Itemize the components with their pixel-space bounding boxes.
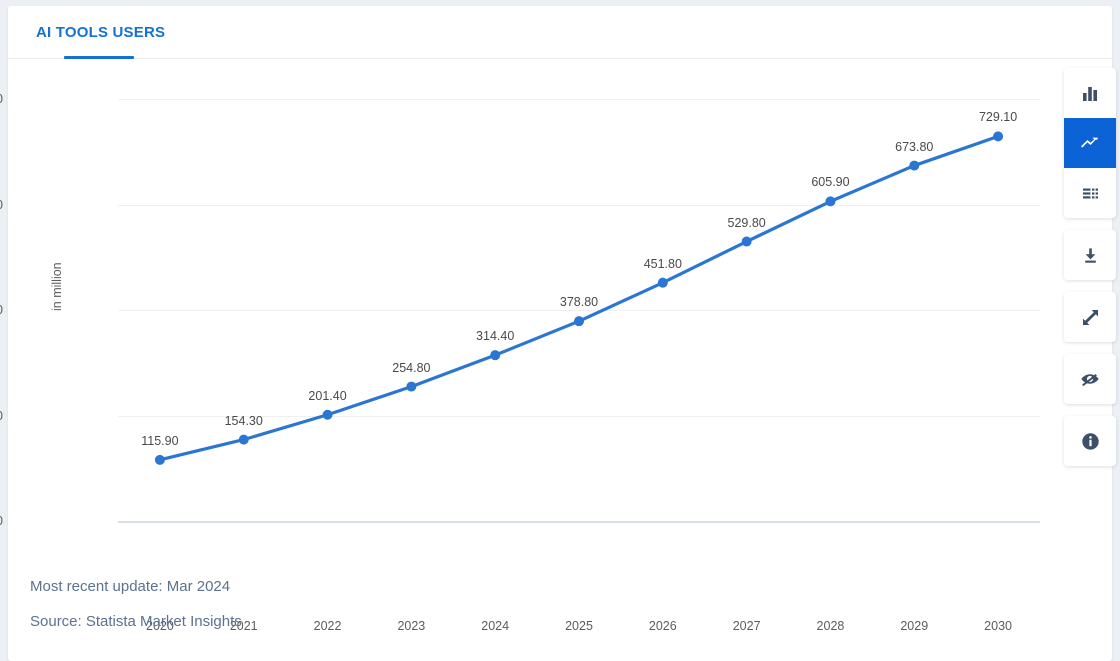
x-axis-line [118, 521, 1040, 523]
y-axis-title: in million [50, 262, 64, 311]
info-group [1064, 416, 1116, 466]
expand-button[interactable] [1064, 292, 1116, 342]
table-view-button[interactable] [1064, 168, 1116, 218]
data-point-label: 673.80 [895, 139, 934, 154]
data-point-label: 154.30 [224, 413, 263, 428]
y-axis-tick-label: 400 [0, 303, 3, 317]
y-axis-tick-label: 0 [0, 514, 3, 528]
y-axis-tick-label: 600 [0, 198, 3, 212]
expand-icon [1082, 309, 1098, 325]
page-root: AI TOOLS USERS in million 0 200 400 600 800 2… [0, 0, 1120, 661]
data-point-label: 314.40 [476, 329, 515, 344]
data-point[interactable] [154, 454, 165, 465]
data-point[interactable] [406, 381, 417, 392]
data-point-label: 378.80 [559, 295, 599, 310]
data-point[interactable] [574, 316, 584, 327]
data-point[interactable] [741, 236, 752, 247]
bar-chart-icon [1081, 84, 1100, 103]
tab-bar: AI TOOLS USERS [8, 6, 1112, 59]
series-layer [154, 131, 1004, 465]
hide-group [1064, 354, 1116, 404]
data-point[interactable] [238, 434, 249, 445]
data-point-label: 729.10 [978, 110, 1018, 125]
chart-toolbar [1064, 68, 1116, 478]
data-point[interactable] [322, 409, 333, 420]
view-switch-group [1064, 68, 1116, 218]
data-point[interactable] [909, 160, 920, 171]
data-point[interactable] [657, 277, 668, 288]
tab-ai-tools-users[interactable]: AI TOOLS USERS [30, 6, 179, 59]
y-axis-tick-label: 800 [0, 92, 3, 106]
data-point-label: 451.80 [643, 256, 682, 271]
data-point-label: 254.80 [392, 360, 431, 375]
info-icon [1081, 432, 1099, 450]
table-icon [1082, 188, 1098, 198]
bar-chart-button[interactable] [1064, 68, 1116, 118]
data-point-label: 115.90 [141, 433, 179, 448]
data-point-label: 605.90 [811, 175, 850, 190]
y-axis-tick-label: 200 [0, 409, 3, 423]
chart-footer: Most recent update: Mar 2024 Source: Sta… [30, 578, 930, 648]
data-point[interactable] [490, 350, 501, 361]
hide-button[interactable] [1064, 354, 1116, 404]
last-update-text: Most recent update: Mar 2024 [30, 578, 231, 595]
download-icon [1084, 247, 1096, 263]
download-button[interactable] [1064, 230, 1116, 280]
data-point[interactable] [825, 196, 836, 207]
data-point-label: 201.40 [308, 388, 347, 403]
chart-card: AI TOOLS USERS in million 0 200 400 600 800 2… [0, 6, 1116, 661]
x-axis-tick-label: 2030 [984, 619, 1012, 633]
source-text: Source: Statista Market Insights [30, 613, 242, 630]
download-group [1064, 230, 1116, 280]
data-point-label: 529.80 [727, 215, 766, 230]
eye-slash-icon [1081, 374, 1099, 387]
plot-area: 0200400600800202020212022202320242025202… [0, 92, 1040, 633]
expand-group [1064, 292, 1116, 342]
line-chart-button[interactable] [1064, 118, 1116, 168]
line-chart-icon [1080, 133, 1100, 153]
info-button[interactable] [1064, 416, 1116, 466]
chart-container: in million 02004006008002020202120222023… [0, 59, 1112, 661]
data-point[interactable] [993, 131, 1004, 142]
page-title: AI TOOLS USERS [36, 24, 166, 41]
